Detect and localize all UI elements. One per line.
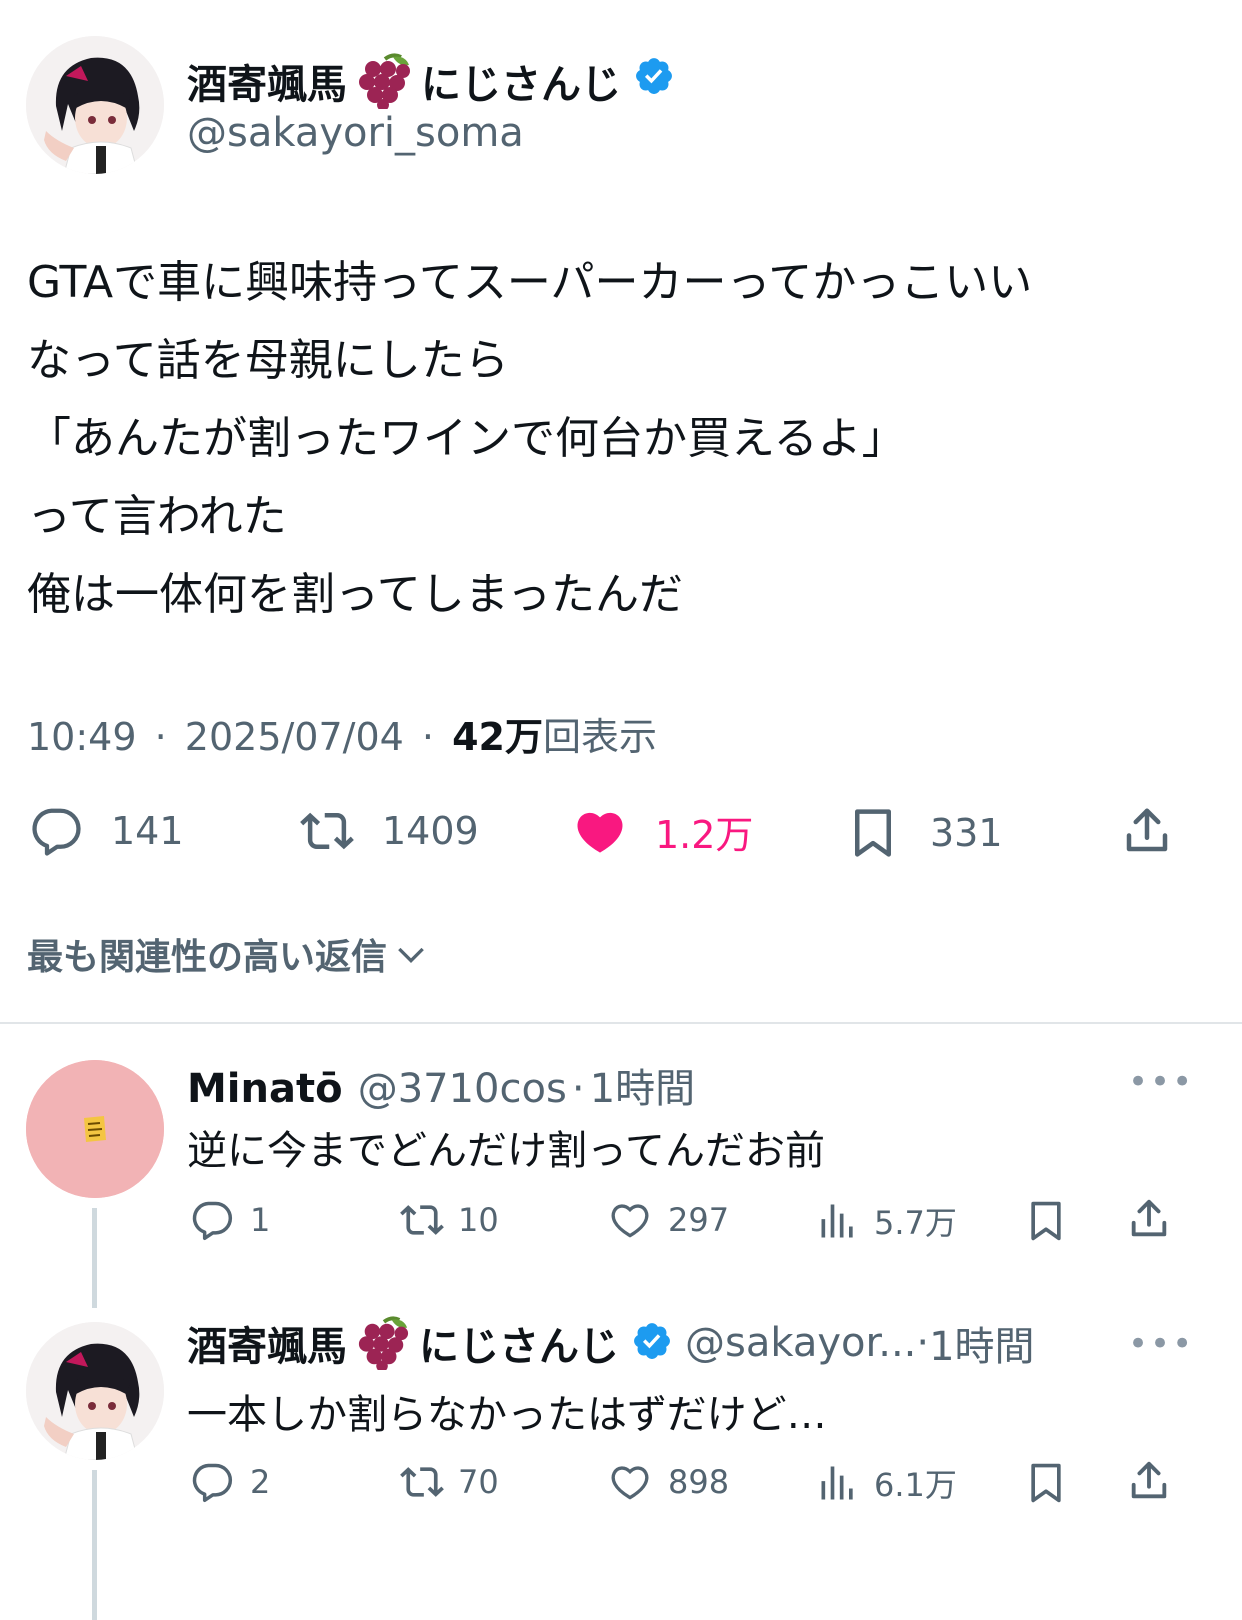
grapes-icon (353, 53, 415, 111)
more-options-icon[interactable]: ••• (1128, 1062, 1194, 1102)
author-avatar[interactable] (26, 36, 164, 174)
retweet-count: 70 (458, 1463, 499, 1501)
views-button[interactable]: 6.1万 (816, 1460, 957, 1506)
meta-separator: · (421, 715, 435, 759)
reply-count: 1 (250, 1201, 271, 1239)
bookmark-icon (1031, 1201, 1061, 1241)
heart-outline-icon (611, 1466, 649, 1500)
reply-text: 逆に今までどんだけ割ってんだお前 (187, 1128, 825, 1174)
analytics-icon (821, 1466, 853, 1500)
views-count: 42万 (452, 715, 543, 759)
reply-count: 2 (250, 1463, 271, 1501)
reply-handle[interactable]: @sakayor... (685, 1320, 916, 1366)
thread-connector (92, 1470, 97, 1620)
reply-display-name[interactable]: 酒寄颯馬 (187, 1314, 347, 1372)
display-name-suffix: にじさんじ (421, 62, 621, 108)
bookmark-icon (855, 809, 891, 857)
bookmark-button[interactable]: 331 (846, 804, 1003, 862)
views-count: 6.1万 (874, 1466, 957, 1504)
thread-connector (92, 1208, 97, 1308)
views-label: 回表示 (543, 715, 658, 759)
tweet-text-line: GTAで車に興味持ってスーパーカーってかっこいい (27, 257, 1033, 308)
meta-separator: · (154, 715, 167, 759)
author-name[interactable]: 酒寄颯馬 にじさんじ (187, 52, 675, 111)
reply-sort-dropdown[interactable]: 最も関連性の高い返信 (27, 928, 431, 980)
reply-avatar[interactable] (26, 1060, 164, 1198)
reply-sort-label: 最も関連性の高い返信 (27, 937, 388, 978)
tweet-text-line: って言われた (27, 491, 287, 542)
tweet-time[interactable]: 10:49 (27, 715, 137, 759)
bookmark-button[interactable] (1024, 1458, 1068, 1508)
like-button[interactable]: 297 (606, 1198, 729, 1242)
retweet-count: 1409 (382, 809, 479, 853)
more-options-icon[interactable]: ••• (1128, 1324, 1194, 1364)
reply-button[interactable]: 141 (27, 804, 184, 858)
tweet-text-line: 「あんたが割ったワインで何台か買えるよ」 (27, 413, 906, 464)
tweet-meta: 10:49 · 2025/07/04 · 42万回表示 (27, 706, 657, 761)
like-count: 297 (668, 1201, 730, 1239)
meta-separator: · (571, 1066, 585, 1112)
retweet-button[interactable]: 10 (396, 1198, 499, 1242)
reply-text: 一本しか割らなかったはずだけど… (187, 1392, 827, 1438)
like-count: 898 (668, 1463, 730, 1501)
heart-filled-icon (577, 812, 623, 853)
tweet-text: GTAで車に興味持ってスーパーカーってかっこいい なって話を母親にしたら 「あん… (27, 244, 1032, 634)
bookmark-count: 331 (930, 811, 1003, 855)
like-button[interactable]: 898 (606, 1460, 729, 1504)
like-count: 1.2万 (655, 813, 754, 857)
reply-display-name-suffix[interactable]: にじさんじ (419, 1314, 619, 1372)
share-icon (1126, 808, 1168, 852)
analytics-icon (821, 1204, 853, 1238)
reply-icon (192, 1201, 232, 1241)
meta-separator: · (916, 1320, 930, 1366)
reply-header: Minatō @3710cos · 1時間 (187, 1056, 695, 1114)
reply-button[interactable]: 2 (188, 1460, 270, 1504)
tweet-text-line: 俺は一体何を割ってしまったんだ (27, 569, 684, 620)
share-icon (1131, 1199, 1167, 1237)
retweet-icon (300, 812, 354, 850)
share-button[interactable] (1120, 802, 1174, 860)
reply-icon (192, 1463, 232, 1503)
tweet-date[interactable]: 2025/07/04 (185, 715, 404, 759)
avatar-illustration (26, 1060, 164, 1198)
verified-badge-icon (633, 55, 675, 107)
avatar-illustration (26, 1322, 164, 1460)
tweet-text-line: なって話を母親にしたら (27, 335, 509, 386)
share-button[interactable] (1126, 1456, 1172, 1506)
reply-display-name[interactable]: Minatō (187, 1066, 343, 1112)
section-divider (0, 1022, 1242, 1024)
retweet-icon (400, 1205, 444, 1235)
avatar-illustration (26, 36, 164, 174)
reply-button[interactable]: 1 (188, 1198, 270, 1242)
share-icon (1131, 1461, 1167, 1499)
reply-icon (32, 808, 81, 856)
grapes-icon (353, 1316, 413, 1372)
like-button[interactable]: 1.2万 (571, 804, 753, 859)
reply-count: 141 (111, 809, 184, 853)
reply-age[interactable]: 1時間 (929, 1314, 1034, 1372)
reply-handle[interactable]: @3710cos (358, 1066, 567, 1112)
bookmark-icon (1031, 1463, 1061, 1503)
retweet-icon (400, 1467, 444, 1497)
share-button[interactable] (1126, 1194, 1172, 1244)
reply-age[interactable]: 1時間 (590, 1066, 695, 1112)
retweet-button[interactable]: 70 (396, 1460, 499, 1504)
bookmark-button[interactable] (1024, 1196, 1068, 1246)
reply-avatar[interactable] (26, 1322, 164, 1460)
retweet-count: 10 (458, 1201, 499, 1239)
reply-header: 酒寄颯馬 にじさんじ @sakayor... · 1時間 (187, 1314, 1035, 1372)
views-count: 5.7万 (874, 1204, 957, 1242)
chevron-down-icon (398, 947, 424, 964)
verified-badge-icon (631, 1320, 673, 1366)
author-handle[interactable]: @sakayori_soma (187, 110, 524, 156)
heart-outline-icon (611, 1204, 649, 1238)
retweet-button[interactable]: 1409 (296, 804, 479, 858)
display-name: 酒寄颯馬 (187, 62, 347, 108)
views-button[interactable]: 5.7万 (816, 1198, 957, 1244)
